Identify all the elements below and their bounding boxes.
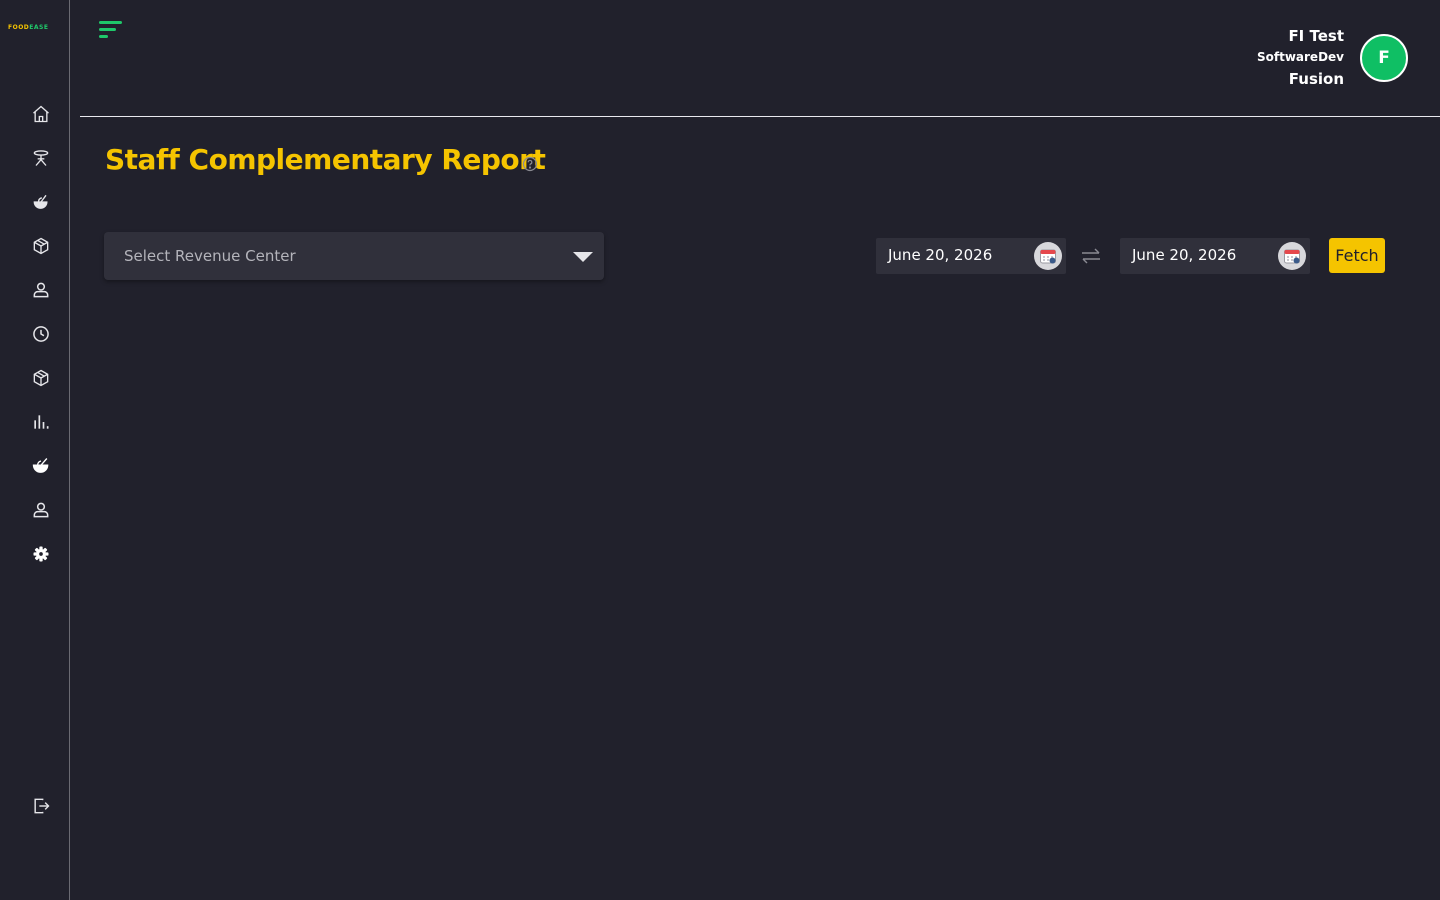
fetch-button[interactable]: Fetch <box>1329 238 1385 273</box>
user-name: FI Test <box>1288 27 1344 45</box>
food-filled-icon[interactable] <box>30 455 52 477</box>
clock-icon[interactable] <box>30 323 52 345</box>
swap-arrows-icon[interactable] <box>1080 246 1102 266</box>
user-icon[interactable] <box>30 279 52 301</box>
chevron-down-icon <box>573 252 593 262</box>
staff-icon[interactable] <box>30 499 52 521</box>
logo-text-food: FOOD <box>8 24 30 31</box>
end-date-value: June 20, 2026 <box>1132 246 1237 264</box>
sidebar: FOODEASE <box>0 0 70 900</box>
help-icon[interactable] <box>522 156 538 172</box>
calendar-icon[interactable] <box>1034 242 1062 270</box>
start-date-value: June 20, 2026 <box>888 246 993 264</box>
user-role: SoftwareDev <box>1256 50 1344 64</box>
logout-icon[interactable] <box>30 795 52 817</box>
settings-icon[interactable] <box>30 543 52 565</box>
bar-chart-icon[interactable] <box>30 411 52 433</box>
page-title: Staff Complementary Report <box>105 143 546 176</box>
calendar-icon[interactable] <box>1278 242 1306 270</box>
user-info: FI Test SoftwareDev Fusion <box>1257 26 1344 90</box>
revenue-center-select[interactable]: Select Revenue Center <box>104 232 604 280</box>
home-icon[interactable] <box>30 103 52 125</box>
start-date-field[interactable]: June 20, 2026 <box>876 238 1066 274</box>
table-icon[interactable] <box>30 147 52 169</box>
logo-text-ease: EASE <box>29 24 49 31</box>
header-divider <box>80 116 1440 117</box>
revenue-center-placeholder: Select Revenue Center <box>124 247 296 265</box>
avatar[interactable]: F <box>1360 34 1408 82</box>
menu-toggle-icon[interactable] <box>98 20 124 42</box>
box-icon[interactable] <box>30 235 52 257</box>
food-icon[interactable] <box>30 191 52 213</box>
user-org: Fusion <box>1288 70 1344 88</box>
app-logo[interactable]: FOODEASE <box>8 24 48 31</box>
end-date-field[interactable]: June 20, 2026 <box>1120 238 1310 274</box>
inventory-icon[interactable] <box>30 367 52 389</box>
